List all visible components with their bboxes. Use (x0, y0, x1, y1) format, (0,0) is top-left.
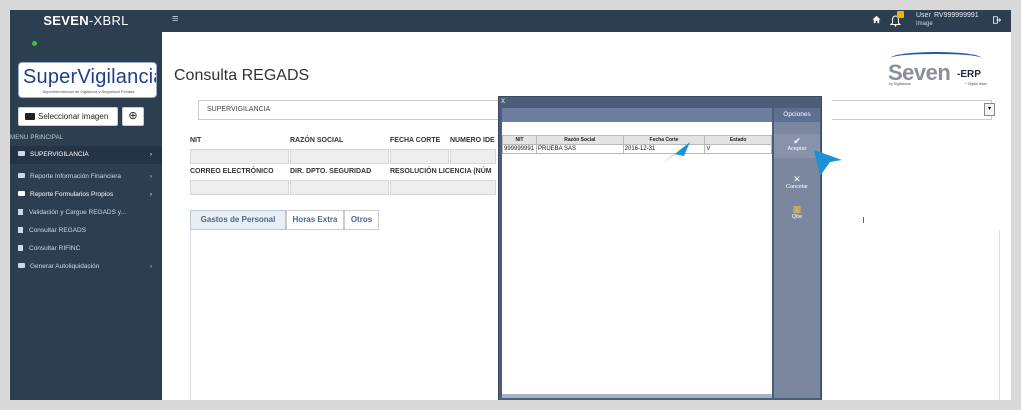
menu-toggle-icon[interactable]: ≡ (172, 13, 178, 25)
sidebar-item-consultar-regads[interactable]: Consultar REGADS (10, 222, 162, 240)
user-image-label: Image (916, 21, 933, 27)
erp-logo-text: -ERP (957, 69, 981, 80)
sidebar-item-label: Consultar RIFINC (29, 245, 81, 252)
entity-select[interactable]: SUPERVIGILANCIA (198, 100, 510, 120)
table-row[interactable]: 999999991 PRUEBA SAS 2016-12-31 V (502, 144, 772, 154)
cancel-label: Cancelar (785, 184, 808, 190)
chevron-right-icon: › (149, 191, 152, 198)
home-icon[interactable] (872, 15, 881, 24)
field-label-dir-dpto: DIR. DPTO. SEGURIDAD (290, 168, 372, 175)
client-logo: SuperVigilancia Superintendencia de Vigi… (18, 62, 157, 98)
sidebar-item-label: Reporte Formularios Propios (30, 191, 114, 198)
client-logo-text: SuperVigilancia (23, 66, 157, 88)
brand-bold: SEVEN (43, 13, 89, 28)
accept-icon: ✔ (793, 136, 801, 146)
sidebar-item-label: Reporte Información Financiera (30, 173, 122, 180)
notification-badge (897, 11, 904, 18)
folder-icon (18, 151, 25, 156)
sidebar-item-validacion-cargue[interactable]: Validación y Cargue REGADS y... (10, 204, 162, 222)
brand-logo[interactable]: SEVEN-XBRL (10, 10, 162, 32)
sidebar-item-reporte-financiera[interactable]: Reporte Información Financiera › (10, 168, 162, 186)
online-status-dot (32, 41, 37, 46)
qbe-button[interactable]: ▦ Qbe (774, 204, 820, 220)
app-frame: SEVEN-XBRL ≡ User RV999999991 Image Supe… (10, 10, 1011, 400)
grid-footer (502, 394, 772, 398)
sidebar-item-label: Consultar REGADS (29, 227, 87, 234)
field-label-razon-social: RAZÓN SOCIAL (290, 137, 344, 144)
select-image-label: Seleccionar imagen (38, 112, 109, 121)
user-label: User (916, 12, 931, 19)
column-header-razon-social[interactable]: Razón Social (535, 135, 624, 145)
field-label-correo: CORREO ELECTRÓNICO (190, 168, 274, 175)
user-id[interactable]: RV999999991 (934, 12, 979, 19)
seven-erp-logo: Seven -ERP by Digitalware + Digital Ware (875, 52, 995, 90)
cell-razon-social[interactable]: PRUEBA SAS (535, 144, 624, 154)
chevron-right-icon: › (149, 173, 152, 180)
brand-rest: -XBRL (88, 13, 129, 28)
options-title: Opciones (774, 108, 820, 122)
lookup-grid: NIT Razón Social Fecha Corte Estado 9999… (502, 135, 772, 154)
tab-horas-extra[interactable]: Horas Extra (286, 210, 344, 230)
qbe-icon: ▦ (792, 204, 802, 214)
resolucion-field[interactable] (390, 180, 496, 195)
select-image-button[interactable]: Seleccionar imagen (18, 107, 118, 126)
dir-dpto-field[interactable] (290, 180, 389, 195)
tab-otros[interactable]: Otros (344, 210, 379, 230)
pointer-arrow-icon (662, 142, 690, 164)
seven-logo-byline: by Digitalware (889, 82, 911, 86)
file-icon (18, 209, 23, 215)
sidebar-item-label: Generar Autoliquidación (30, 263, 100, 270)
sidebar-item-generar-autoliquidacion[interactable]: Generar Autoliquidación › (10, 258, 162, 276)
menu-title: MENU PRINCIPAL (10, 135, 64, 141)
pointer-arrow-icon (814, 150, 842, 176)
entity-select-extension[interactable] (832, 100, 992, 120)
sidebar-item-supervigilancia[interactable]: SUPERVIGILANCIA › (10, 146, 162, 164)
field-label-numero-ide: NUMERO IDE (450, 137, 495, 144)
qbe-label: Qbe (791, 214, 803, 220)
numero-ide-field[interactable] (450, 149, 496, 164)
column-header-estado[interactable]: Estado (704, 135, 772, 145)
client-logo-subtitle: Superintendencia de Vigilancia y Segurid… (42, 89, 135, 94)
page-title: Consulta REGADS (174, 67, 310, 84)
field-label-resolucion: RESOLUCIÓN LICENCIA (NÚM (390, 168, 492, 175)
sidebar-item-consultar-rifinc[interactable]: Consultar RIFINC (10, 240, 162, 258)
accept-label: Aceptar (787, 146, 807, 152)
cursor-mark (863, 217, 864, 223)
cell-nit[interactable]: 999999991 (502, 144, 537, 154)
sidebar-item-reporte-formularios[interactable]: Reporte Formularios Propios › (10, 186, 162, 204)
grid-header-row: NIT Razón Social Fecha Corte Estado (502, 135, 772, 145)
tab-gastos-personal[interactable]: Gastos de Personal (190, 210, 286, 230)
top-bar: SEVEN-XBRL ≡ User RV999999991 Image (10, 10, 1011, 32)
logout-icon[interactable] (993, 16, 1001, 24)
razon-social-field[interactable] (290, 149, 389, 164)
target-icon[interactable]: ⊕ (122, 107, 144, 126)
folder-open-icon (25, 113, 35, 120)
cell-estado[interactable]: V (704, 144, 772, 154)
sidebar-item-label: Validación y Cargue REGADS y... (29, 209, 126, 216)
file-icon (18, 245, 23, 251)
chevron-right-icon: › (149, 263, 152, 270)
column-header-nit[interactable]: NIT (502, 135, 537, 145)
chevron-down-icon[interactable]: ▾ (984, 103, 995, 116)
folder-icon (18, 173, 25, 178)
sidebar: SuperVigilancia Superintendencia de Vigi… (10, 32, 162, 400)
close-icon[interactable]: x (501, 96, 505, 105)
correo-field[interactable] (190, 180, 289, 195)
notifications-button[interactable] (890, 11, 904, 27)
lookup-grid-area: NIT Razón Social Fecha Corte Estado 9999… (502, 108, 772, 398)
folder-icon (18, 191, 25, 196)
digitalware-logo-text: + Digital Ware (965, 82, 987, 86)
field-label-nit: NIT (190, 137, 202, 144)
field-label-fecha-corte: FECHA CORTE (390, 137, 441, 144)
sidebar-item-label: SUPERVIGILANCIA (30, 151, 89, 158)
nit-field[interactable] (190, 149, 289, 164)
folder-icon (18, 263, 25, 268)
file-icon (18, 227, 23, 233)
chevron-right-icon: › (149, 151, 152, 158)
fecha-corte-field[interactable] (390, 149, 449, 164)
grid-toolbar (502, 108, 772, 122)
